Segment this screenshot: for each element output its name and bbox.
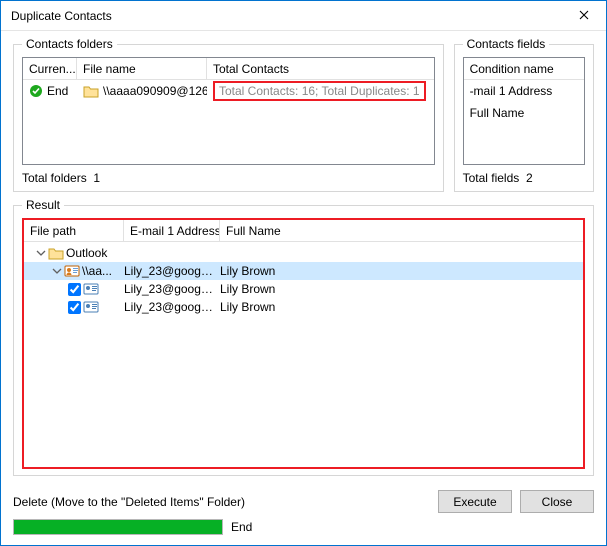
fields-total-row: Total fields 2 — [463, 171, 585, 185]
folders-header-filename[interactable]: File name — [77, 58, 207, 79]
fields-row[interactable]: Full Name — [464, 102, 584, 124]
result-duplicate-row[interactable]: Lily_23@google... Lily Brown — [24, 280, 583, 298]
contacts-folders-table: Curren... File name Total Contacts End — [22, 57, 435, 165]
window-title: Duplicate Contacts — [11, 9, 562, 23]
duplicate-checkbox[interactable] — [68, 283, 81, 296]
result-group: Result File path E-mail 1 Address Full N… — [13, 198, 594, 476]
result-tree-account[interactable]: \\aa... Lily_23@google... Lily Brown — [24, 262, 583, 280]
titlebar: Duplicate Contacts — [1, 1, 606, 31]
result-table: File path E-mail 1 Address Full Name — [22, 218, 585, 469]
fields-row-value: -mail 1 Address — [464, 84, 584, 98]
contacts-folders-group: Contacts folders Curren... File name Tot… — [13, 37, 444, 192]
contacts-fields-legend: Contacts fields — [463, 37, 550, 51]
close-icon — [579, 9, 589, 23]
contacts-folders-legend: Contacts folders — [22, 37, 117, 51]
fields-header-condition[interactable]: Condition name — [464, 58, 584, 79]
result-tree-root[interactable]: Outlook — [24, 244, 583, 262]
result-tree: Outlook — [24, 242, 583, 467]
result-account-label: \\aa... — [82, 264, 112, 278]
folders-row-summary: Total Contacts: 16; Total Duplicates: 1 — [213, 81, 426, 101]
fields-row-value: Full Name — [464, 106, 584, 120]
folders-row-status: End — [47, 84, 68, 98]
folder-icon — [48, 246, 64, 260]
execute-button[interactable]: Execute — [438, 490, 512, 513]
fields-total-label: Total fields — [463, 171, 520, 185]
folders-total-label: Total folders — [22, 171, 87, 185]
chevron-down-icon[interactable] — [52, 266, 62, 276]
folders-header-total[interactable]: Total Contacts — [207, 58, 434, 79]
progress-bar — [13, 519, 223, 535]
progress-fill — [14, 520, 222, 534]
progress-status: End — [231, 520, 252, 534]
folders-total-row: Total folders 1 — [22, 171, 435, 185]
duplicate-contacts-window: Duplicate Contacts Contacts folders Curr… — [0, 0, 607, 546]
result-row-email: Lily_23@google... — [124, 300, 220, 314]
result-row-fullname: Lily Brown — [220, 300, 583, 314]
duplicate-checkbox[interactable] — [68, 301, 81, 314]
result-header-filepath[interactable]: File path — [24, 220, 124, 241]
close-window-button[interactable] — [562, 1, 606, 31]
result-row-email: Lily_23@google... — [124, 282, 220, 296]
result-row-fullname: Lily Brown — [220, 264, 583, 278]
result-row-fullname: Lily Brown — [220, 282, 583, 296]
result-duplicate-row[interactable]: Lily_23@google... Lily Brown — [24, 298, 583, 316]
close-button[interactable]: Close — [520, 490, 594, 513]
result-header-email[interactable]: E-mail 1 Address — [124, 220, 220, 241]
contact-card-icon — [83, 282, 99, 296]
footer: Delete (Move to the "Deleted Items" Fold… — [1, 484, 606, 545]
contact-card-icon — [83, 300, 99, 314]
fields-total-value: 2 — [526, 171, 533, 185]
contacts-fields-group: Contacts fields Condition name -mail 1 A… — [454, 37, 594, 192]
status-ok-icon — [29, 84, 43, 98]
folders-total-value: 1 — [93, 171, 100, 185]
result-row-email: Lily_23@google... — [124, 264, 220, 278]
folders-row-filename: \\aaaa090909@126... — [103, 84, 207, 98]
result-legend: Result — [22, 198, 64, 212]
chevron-down-icon[interactable] — [36, 248, 46, 258]
folders-header-status[interactable]: Curren... — [23, 58, 77, 79]
fields-row[interactable]: -mail 1 Address — [464, 80, 584, 102]
delete-description: Delete (Move to the "Deleted Items" Fold… — [13, 495, 245, 509]
result-header-fullname[interactable]: Full Name — [220, 220, 583, 241]
contacts-folder-icon — [64, 264, 80, 278]
result-root-label: Outlook — [66, 246, 107, 260]
folder-icon — [83, 84, 99, 98]
contacts-fields-table: Condition name -mail 1 Address Full Name — [463, 57, 585, 165]
folders-row[interactable]: End \\aaaa090909@126... Total Contacts: … — [23, 80, 434, 102]
